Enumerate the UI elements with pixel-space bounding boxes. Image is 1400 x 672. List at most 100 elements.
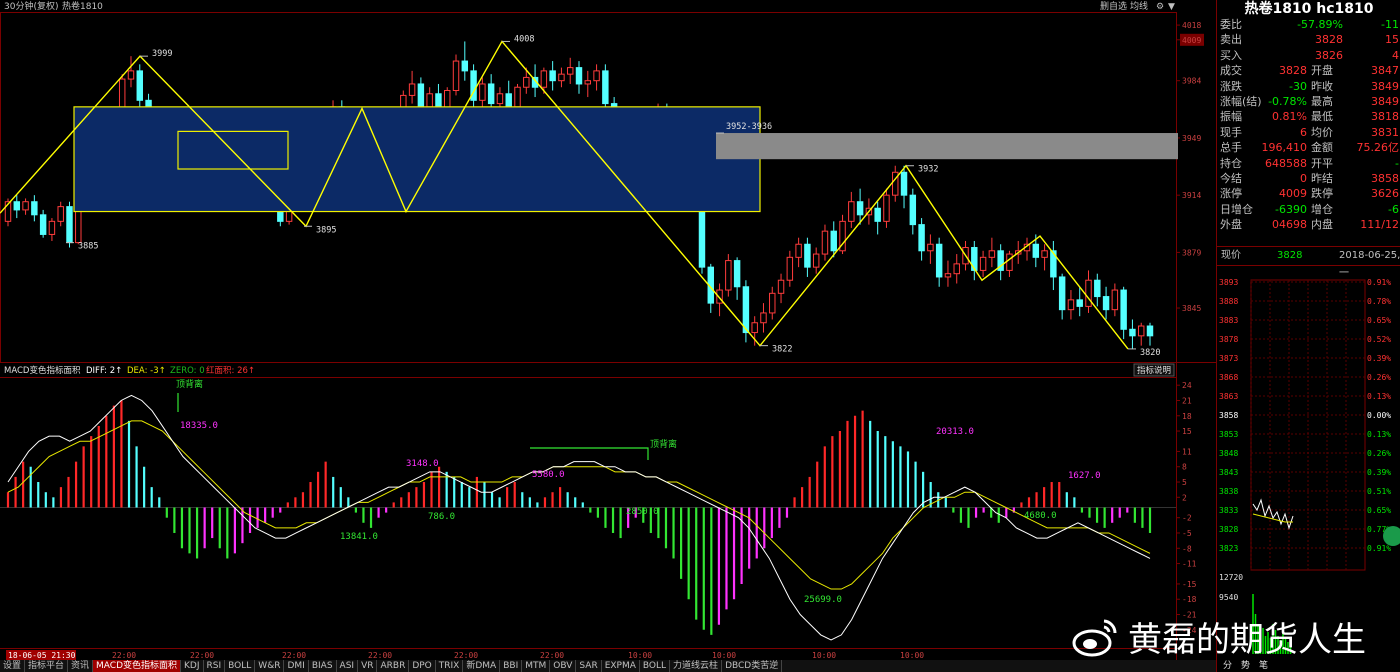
indicator-tab[interactable]: RSI — [204, 660, 226, 672]
indicator-tab[interactable]: MACD变色指标面积 — [93, 660, 182, 672]
macd-tick-label: 15 — [1182, 427, 1192, 436]
price-tick-label: 3914 — [1182, 191, 1201, 200]
macd-header-item: DEA: -3↑ — [127, 366, 166, 376]
quote-value: 15 — [1385, 33, 1399, 47]
indicator-tab[interactable]: VR — [358, 660, 378, 672]
quote-label: 跌停 — [1311, 187, 1333, 201]
quote-value: -6 — [1388, 202, 1399, 216]
quote-label: 成交 — [1220, 64, 1242, 78]
mini-price-label: 3853 — [1219, 430, 1238, 439]
indicator-tab[interactable]: 资讯 — [68, 660, 94, 672]
mini-pct-label: 0.26% — [1367, 373, 1391, 382]
price-tick-label: 3879 — [1182, 248, 1201, 257]
candle-body — [900, 171, 908, 196]
indicator-tab[interactable]: MTM — [522, 660, 551, 672]
indicator-tab[interactable]: DMI — [284, 660, 309, 672]
candle-body — [408, 83, 416, 96]
quote-value: 3826 — [1315, 48, 1343, 62]
indicator-tab[interactable]: KDJ — [181, 660, 204, 672]
quote-value: 3849 — [1371, 79, 1399, 93]
pivot-label: 3895 — [316, 225, 336, 235]
candle-body — [22, 201, 29, 211]
mini-price-label: 3833 — [1219, 506, 1238, 515]
quote-value: 4 — [1392, 48, 1399, 62]
candle-body — [452, 60, 460, 92]
candle-body — [927, 243, 934, 252]
indicator-tabbar: 设置 指标平台 资讯 MACD变色指标面积 KDJ RSI BOLL W&R DMI BIAS AS… — [0, 660, 1216, 672]
macd-area-label: 13841.0 — [340, 532, 378, 542]
candle-body — [584, 80, 592, 85]
candle-body — [479, 83, 486, 101]
candle-body — [1067, 299, 1075, 311]
quote-label: 增仓 — [1311, 202, 1333, 216]
macd-tick-label: -5 — [1182, 529, 1192, 538]
indicator-tab[interactable]: EXPMA — [602, 660, 640, 672]
indicator-tab[interactable]: 新DMA — [463, 660, 501, 672]
candle-body — [1006, 253, 1013, 271]
quote-label: 昨收 — [1311, 79, 1333, 93]
indicator-tab[interactable]: DPO — [409, 660, 436, 672]
candle-body — [57, 206, 64, 222]
macd-tick-label: 8 — [1182, 463, 1187, 472]
macd-area-label: 2850.0 — [626, 507, 659, 517]
quote-label: 内盘 — [1311, 218, 1333, 232]
candle-body — [848, 201, 855, 222]
indicator-tab[interactable]: BOLL — [640, 660, 671, 672]
mini-price-label: 3823 — [1219, 544, 1238, 553]
mini-pct-label: 0.00% — [1367, 411, 1391, 420]
watermark: 黄磊的期货人生 — [1072, 612, 1366, 661]
indicator-tab[interactable]: 指标平台 — [25, 660, 69, 672]
macd-header-item: MACD变色指标面积 — [4, 365, 81, 376]
time-axis-label: 22:00 — [190, 651, 214, 660]
quote-value: 3828 — [1315, 33, 1343, 47]
indicator-tab[interactable]: ASI — [337, 660, 359, 672]
indicator-tab[interactable]: BBI — [500, 660, 523, 672]
macd-tick-label: -18 — [1182, 595, 1197, 604]
quote-value: 3849 — [1371, 94, 1399, 108]
candle-body — [593, 70, 600, 82]
quote-label: 昨结 — [1311, 171, 1333, 185]
indicator-tab[interactable]: BIAS — [309, 660, 337, 672]
mini-price-label: 3873 — [1219, 354, 1238, 363]
mini-price-label: 3878 — [1219, 335, 1238, 344]
macd-area-label: 3148.0 — [406, 459, 439, 469]
candle-body — [1085, 279, 1092, 307]
time-axis-label: 22:00 — [282, 651, 306, 660]
mini-pct-label: 0.65% — [1367, 506, 1391, 515]
macd-tick-label: 2 — [1182, 493, 1187, 502]
quote-row: 涨停 4009 跌停 3626 — [1217, 186, 1400, 201]
indicator-tab[interactable]: W&R — [255, 660, 285, 672]
indicator-tab[interactable]: 力道线云柱 — [670, 660, 723, 672]
quote-label: 开平 — [1311, 156, 1333, 170]
macd-tick-label: 11 — [1182, 447, 1192, 456]
candle-body — [751, 322, 758, 334]
indicator-tab[interactable]: 设置 — [0, 660, 26, 672]
macd-area-label: 25699.0 — [804, 595, 842, 605]
indicator-tab[interactable]: TRIX — [436, 660, 464, 672]
quote-label: 卖出 — [1220, 33, 1242, 47]
indicator-tab[interactable]: DBCD类苦逆 — [722, 660, 783, 672]
mini-price-label: 3863 — [1219, 392, 1238, 401]
now-price-value: 3828 — [1277, 250, 1303, 261]
indicator-tab[interactable]: BOLL — [225, 660, 256, 672]
indicator-tab[interactable]: ARBR — [377, 660, 410, 672]
quote-value: -11 — [1381, 18, 1399, 31]
indicator-tab[interactable]: SAR — [576, 660, 602, 672]
time-axis-label: 10:00 — [628, 651, 652, 660]
candle-body — [602, 70, 609, 105]
header-button: 均线 — [1130, 0, 1148, 12]
quote-label: 涨停 — [1220, 187, 1242, 201]
quote-label: 涨跌 — [1220, 79, 1242, 93]
quote-label: 最低 — [1311, 110, 1333, 124]
candle-body — [769, 292, 776, 314]
macd-tick-label: 21 — [1182, 396, 1192, 405]
quote-label: 外盘 — [1220, 218, 1242, 232]
time-axis-label: 22:00 — [112, 651, 136, 660]
pivot-label: 3999 — [152, 49, 172, 59]
header-button: 删自选 — [1100, 0, 1127, 12]
candle-body — [549, 70, 556, 82]
candle-body — [523, 76, 530, 88]
pivot-label: 3822 — [772, 345, 792, 355]
indicator-tab[interactable]: OBV — [550, 660, 577, 672]
mini-tab[interactable]: 分 — [1223, 660, 1232, 671]
